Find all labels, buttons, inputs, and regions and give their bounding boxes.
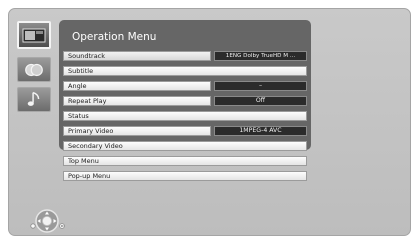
- menu-row-popup-menu[interactable]: Pop-up Menu: [63, 171, 307, 181]
- menu-row-primary-video[interactable]: Primary Video 1MPEG-4 AVC: [63, 126, 307, 136]
- menu-row-top-menu[interactable]: Top Menu: [63, 156, 307, 166]
- menu-item-value: –: [214, 81, 307, 91]
- screen: Operation Menu Soundtrack 1ENG Dolby Tru…: [0, 0, 419, 244]
- menu-item-label[interactable]: Primary Video: [63, 126, 211, 136]
- menu-title: Operation Menu: [72, 31, 157, 43]
- menu-item-label[interactable]: Top Menu: [63, 156, 307, 166]
- music-icon[interactable]: [17, 87, 51, 112]
- menu-item-label[interactable]: Angle: [63, 81, 211, 91]
- menu-item-label[interactable]: Secondary Video: [63, 141, 307, 151]
- menu-row-repeat-play[interactable]: Repeat Play Off: [63, 96, 307, 106]
- menu-row-subtitle[interactable]: Subtitle: [63, 66, 307, 76]
- menu-item-label[interactable]: Status: [63, 111, 307, 121]
- picture-icon[interactable]: [17, 57, 51, 82]
- menu-row-status[interactable]: Status: [63, 111, 307, 121]
- menu-item-label[interactable]: Pop-up Menu: [63, 171, 307, 181]
- menu-item-label[interactable]: Repeat Play: [63, 96, 211, 106]
- menu-row-secondary-video[interactable]: Secondary Video: [63, 141, 307, 151]
- menu-row-soundtrack[interactable]: Soundtrack 1ENG Dolby TrueHD M ...: [63, 51, 307, 61]
- menu-item-label[interactable]: Subtitle: [63, 66, 307, 76]
- video-icon[interactable]: [17, 21, 51, 49]
- remote-navigation-icon: [29, 207, 69, 237]
- menu-row-angle[interactable]: Angle –: [63, 81, 307, 91]
- menu-item-value: Off: [214, 96, 307, 106]
- menu-item-label[interactable]: Soundtrack: [63, 51, 211, 61]
- menu-item-value: 1ENG Dolby TrueHD M ...: [214, 51, 307, 61]
- menu-item-value: 1MPEG-4 AVC: [214, 126, 307, 136]
